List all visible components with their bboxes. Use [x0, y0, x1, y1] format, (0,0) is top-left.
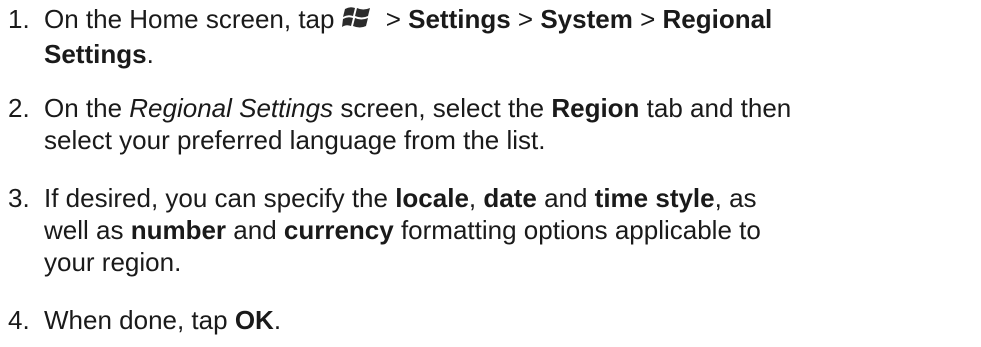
menu-regional: Regional: [662, 4, 773, 34]
step-text-part: your region.: [44, 247, 182, 277]
option-date: date: [483, 183, 537, 213]
punctuation: .: [146, 39, 154, 69]
step-text-part: tab and then: [639, 93, 792, 123]
screen-name: Regional Settings: [129, 93, 334, 123]
punctuation: ,: [468, 183, 484, 213]
step-number: 3.: [8, 183, 30, 213]
separator: >: [632, 4, 663, 34]
button-ok: OK: [234, 305, 274, 335]
menu-system: System: [540, 4, 633, 34]
step-text-part: screen, select the: [333, 93, 552, 123]
step-number: 4.: [8, 305, 30, 335]
option-time-style: time style: [594, 183, 715, 213]
step-text-part: well as: [44, 215, 131, 245]
tab-region: Region: [551, 93, 640, 123]
windows-start-icon: [342, 5, 372, 38]
option-number: number: [130, 215, 227, 245]
step-text-part: If desired, you can specify the: [44, 183, 396, 213]
step-text: If desired, you can specify the locale , …: [44, 182, 974, 278]
option-locale: locale: [395, 183, 469, 213]
step-text-part: formatting options applicable to: [393, 215, 761, 245]
step-text-part: When done, tap: [44, 305, 235, 335]
step-text-part: , as: [714, 183, 757, 213]
step-text-part: On the Home screen, tap: [44, 4, 335, 34]
instruction-list: 1. On the Home screen, tap > Settings > …: [0, 0, 981, 347]
menu-settings: Settings: [408, 4, 511, 34]
menu-regional-settings: Settings: [44, 39, 147, 69]
separator: >: [378, 4, 409, 34]
step-number: 2.: [8, 93, 30, 123]
step-text: On the Home screen, tap > Settings > Sys…: [44, 3, 974, 70]
separator: >: [510, 4, 541, 34]
step-text: When done, tap OK.: [44, 304, 974, 336]
punctuation: .: [273, 305, 282, 335]
step-text-part: and: [226, 215, 284, 245]
step-text: On the Regional Settings screen, select …: [44, 92, 974, 156]
step-text-part: select your preferred language from the …: [44, 125, 546, 155]
step-text-part: and: [536, 183, 595, 213]
option-currency: currency: [283, 215, 394, 245]
step-number: 1.: [8, 4, 30, 34]
step-text-part: On the: [44, 93, 130, 123]
